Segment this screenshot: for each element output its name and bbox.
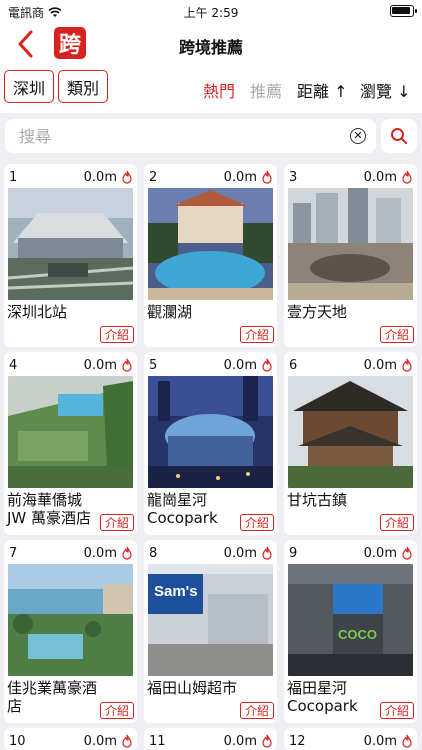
place-photo: Sam's [148,564,273,676]
card-distance: 0.0m [83,546,117,561]
intro-button[interactable]: 介紹 [380,702,414,719]
place-card[interactable]: 8 0.0m Sam's 福田山姆超市 介紹 [144,540,277,723]
place-card[interactable]: 3 0.0m 壹方天地 介紹 [284,164,417,347]
flame-icon [122,170,132,184]
search-icon [391,128,407,144]
flame-icon [122,734,132,748]
flame-icon [262,734,272,748]
place-photo: COCO [288,564,413,676]
place-name: 佳兆業萬豪酒店 [7,679,98,715]
card-number: 1 [9,170,18,185]
sort-views-tab[interactable]: 瀏覽 ↓ [360,78,411,102]
place-photo [288,188,413,300]
card-distance: 0.0m [363,358,397,373]
place-name: 深圳北站 [7,303,68,321]
card-number: 7 [9,546,18,561]
place-card[interactable]: 1 0.0m 深圳北站 介紹 [4,164,137,347]
card-distance: 0.0m [363,170,397,185]
place-photo [288,376,413,488]
intro-button[interactable]: 介紹 [100,702,134,719]
status-bar: 電訊商 上午 2:59 [0,0,422,22]
sort-hot-tab[interactable]: 熱門 [203,78,235,102]
flame-icon [262,358,272,372]
page-title: 跨境推薦 [178,38,243,57]
card-distance: 0.0m [223,546,257,561]
flame-icon [402,546,412,560]
card-distance: 0.0m [83,358,117,373]
place-name: 龍崗星河 Cocopark [147,491,218,527]
card-number: 11 [149,734,166,749]
flame-icon [262,546,272,560]
card-number: 4 [9,358,18,373]
place-name: 福田山姆超市 [147,679,238,697]
flame-icon [402,170,412,184]
sort-recommend-tab[interactable]: 推薦 [250,78,282,102]
card-number: 3 [289,170,298,185]
place-card[interactable]: 9 0.0m COCO 福田星河 Cocopark 介紹 [284,540,417,723]
card-distance: 0.0m [363,546,397,561]
intro-button[interactable]: 介紹 [380,326,414,343]
card-number: 8 [149,546,158,561]
place-photo [148,188,273,300]
place-card[interactable]: 11 0.0m [144,728,277,750]
place-photo [8,188,133,300]
battery-icon [390,5,417,17]
place-photo [148,376,273,488]
place-name: 壹方天地 [287,303,348,321]
place-card[interactable]: 5 0.0m 龍崗星河 Cocopark 介紹 [144,352,277,535]
card-distance: 0.0m [223,170,257,185]
sams-sign-text: Sam's [154,583,198,600]
place-card[interactable]: 4 0.0m 前海華僑城 JW 萬豪酒店 介紹 [4,352,137,535]
nav-bar: 跨 跨境推薦 [0,22,422,66]
intro-button[interactable]: 介紹 [380,514,414,531]
place-name: 福田星河 Cocopark [287,679,358,715]
clear-icon[interactable]: ✕ [350,128,366,144]
card-number: 9 [289,546,298,561]
places-grid: 1 0.0m 深圳北站 介紹 2 0.0m 觀瀾湖 介紹 3 0.0m 壹方天地… [0,159,422,750]
card-distance: 0.0m [223,734,257,749]
card-distance: 0.0m [83,734,117,749]
category-filter-button[interactable]: 類別 [58,70,108,103]
place-photo [8,564,133,676]
place-card[interactable]: 6 0.0m 甘坑古鎮 介紹 [284,352,417,535]
place-card[interactable]: 12 0.0m [284,728,417,750]
place-name: 前海華僑城 JW 萬豪酒店 [7,491,92,527]
coco-sign-text: COCO [338,627,377,642]
intro-button[interactable]: 介紹 [240,514,274,531]
card-distance: 0.0m [83,170,117,185]
place-name: 甘坑古鎮 [287,491,348,509]
intro-button[interactable]: 介紹 [240,702,274,719]
search-input[interactable] [19,119,339,153]
flame-icon [262,170,272,184]
status-time: 上午 2:59 [183,6,239,20]
flame-icon [402,358,412,372]
card-number: 5 [149,358,158,373]
card-number: 6 [289,358,298,373]
flame-icon [122,546,132,560]
place-card[interactable]: 7 0.0m 佳兆業萬豪酒店 介紹 [4,540,137,723]
card-distance: 0.0m [363,734,397,749]
card-distance: 0.0m [223,358,257,373]
search-button[interactable] [381,119,417,153]
sort-distance-tab[interactable]: 距離 ↑ [297,78,348,102]
search-field: ✕ [5,119,376,153]
place-photo [8,376,133,488]
filter-bar: 深圳 類別 熱門 推薦 距離 ↑ 瀏覽 ↓ [0,70,422,106]
region-filter-button[interactable]: 深圳 [4,70,54,103]
intro-button[interactable]: 介紹 [240,326,274,343]
flame-icon [122,358,132,372]
card-number: 2 [149,170,158,185]
place-card[interactable]: 2 0.0m 觀瀾湖 介紹 [144,164,277,347]
card-number: 10 [9,734,26,749]
place-card[interactable]: 10 0.0m [4,728,137,750]
intro-button[interactable]: 介紹 [100,514,134,531]
place-name: 觀瀾湖 [147,303,193,321]
flame-icon [402,734,412,748]
card-number: 12 [289,734,306,749]
search-bar: ✕ [0,113,422,159]
intro-button[interactable]: 介紹 [100,326,134,343]
